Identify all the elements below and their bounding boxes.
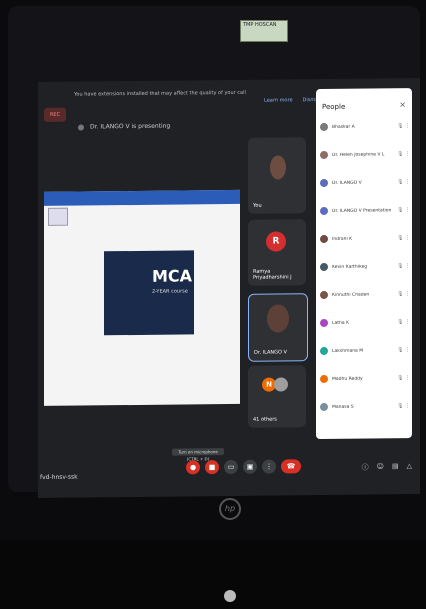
tile-others[interactable]: N 41 others: [248, 365, 306, 428]
participant-avatar: [320, 262, 328, 272]
participant-avatar: [320, 234, 328, 244]
meeting-code: fvd-hnsv-ssk: [40, 473, 78, 481]
participant-name: Manasa S: [332, 404, 354, 410]
participant-row[interactable]: Dr. ILANGO V 🎙 ⋮: [320, 174, 410, 191]
participant-row[interactable]: Lakshmana M 🎙 ⋮: [320, 342, 410, 359]
mic-icon[interactable]: 🎙 ⋮: [397, 179, 410, 185]
tile-ramya[interactable]: R Ramya Priyadharshini J: [248, 219, 306, 286]
control-bar: ● ■ ▭ ▣ ⋮ ☎: [186, 459, 301, 475]
others-count: 41 others: [253, 416, 277, 423]
end-call-icon[interactable]: ☎: [281, 459, 301, 474]
participant-avatar: [320, 318, 328, 328]
participant-row[interactable]: Kinnuthi Chaden 🎙 ⋮: [320, 286, 410, 303]
info-icon[interactable]: ⓘ: [362, 463, 369, 473]
mic-icon[interactable]: 🎙 ⋮: [397, 375, 410, 381]
mic-icon[interactable]: 🎙 ⋮: [397, 207, 410, 213]
monitor-sticker: TMP HOSCAN: [240, 20, 288, 42]
tile-you[interactable]: You: [248, 137, 306, 214]
present-icon[interactable]: ▣: [243, 459, 257, 474]
participant-name: Kevin Karthikeg: [332, 264, 368, 270]
avatar-ramya: R: [266, 231, 286, 252]
participant-avatar: [320, 150, 328, 160]
slide-title: MCA: [152, 266, 193, 286]
mic-icon[interactable]: 🎙 ⋮: [397, 123, 410, 129]
mic-icon[interactable]: 🎙 ⋮: [397, 151, 410, 157]
mic-icon[interactable]: 🎙 ⋮: [397, 291, 410, 297]
slide-footer: [50, 400, 234, 402]
presenter-icon: [78, 124, 84, 131]
participant-row[interactable]: Bhaskar A 🎙 ⋮: [320, 118, 410, 135]
people-title: People: [322, 102, 346, 112]
participant-avatar: [320, 178, 328, 188]
meet-screen: REC You have extensions installed that m…: [38, 77, 420, 499]
participant-avatar: [320, 206, 328, 216]
people-panel: People × Bhaskar A 🎙 ⋮ Dr. Helen Josephine…: [316, 88, 412, 440]
participant-name: Bhaskar A: [332, 124, 355, 130]
extension-banner: You have extensions installed that may a…: [74, 89, 246, 98]
participant-avatar: [320, 290, 328, 300]
participant-row[interactable]: Dr. Helen Josephine V L 🎙 ⋮: [320, 146, 410, 163]
college-logo-icon: [48, 207, 68, 226]
tile-name: You: [253, 202, 262, 209]
participant-row[interactable]: Madhu Reddy 🎙 ⋮: [320, 370, 410, 387]
participant-name: Dr. ILANGO V Presentation: [332, 207, 392, 214]
participant-name: Indrani K: [332, 236, 353, 242]
right-controls: ⓘ ☺ ▤ △: [362, 462, 412, 473]
shared-slide: MCA 2-YEAR course: [44, 189, 240, 406]
learn-more-link[interactable]: Learn more: [264, 97, 293, 103]
mic-off-icon[interactable]: ●: [186, 460, 200, 475]
recording-badge: REC: [44, 107, 66, 122]
mca-graphic: MCA 2-YEAR course: [104, 250, 194, 336]
people-icon[interactable]: ☺: [377, 462, 384, 472]
participant-row[interactable]: Latha K 🎙 ⋮: [320, 314, 410, 331]
slide-topbar: [44, 189, 240, 206]
tile-name: Dr. ILANGO V: [254, 349, 287, 356]
participant-row[interactable]: Dr. ILANGO V Presentation 🎙 ⋮: [320, 202, 410, 219]
camera-off-icon[interactable]: ■: [205, 460, 219, 475]
participant-name: Kinnuthi Chaden: [332, 292, 370, 298]
participant-name: Madhu Reddy: [332, 376, 363, 382]
captions-icon[interactable]: ▭: [224, 459, 238, 475]
participant-avatar: [320, 346, 328, 356]
participant-name: Latha K: [332, 320, 350, 326]
avatar-ilango: [267, 304, 289, 333]
slide-subtitle: 2-YEAR course: [152, 288, 188, 295]
banner-links: Learn more Dismiss: [264, 97, 322, 104]
hp-logo-icon: hp: [219, 498, 241, 520]
presenting-text: Dr. ILANGO V is presenting: [90, 122, 171, 131]
participant-row[interactable]: Indrani K 🎙 ⋮: [320, 230, 410, 247]
participant-avatar: [320, 122, 328, 132]
presenting-indicator: Dr. ILANGO V is presenting: [78, 123, 170, 131]
avatar-others-2: [274, 377, 288, 392]
mic-icon[interactable]: 🎙 ⋮: [397, 319, 410, 325]
participant-name: Lakshmana M: [332, 348, 364, 354]
participant-avatar: [320, 402, 328, 412]
mic-icon[interactable]: 🎙 ⋮: [397, 403, 410, 409]
participant-row[interactable]: Manasa S 🎙 ⋮: [320, 398, 410, 415]
mic-icon[interactable]: 🎙 ⋮: [397, 347, 410, 353]
desk-background: [0, 540, 426, 609]
mic-tooltip: Turn on microphone (CTRL + D): [172, 448, 224, 461]
mic-icon[interactable]: 🎙 ⋮: [397, 235, 410, 241]
monitor-bezel: TMP HOSCAN REC You have extensions insta…: [8, 6, 420, 499]
activities-icon[interactable]: △: [407, 462, 412, 472]
mic-icon[interactable]: 🎙 ⋮: [397, 263, 410, 269]
user-avatar: [270, 155, 286, 180]
participant-row[interactable]: Kevin Karthikeg 🎙 ⋮: [320, 258, 410, 275]
participant-name: Dr. ILANGO V: [332, 180, 362, 186]
chat-icon[interactable]: ▤: [392, 462, 399, 472]
close-icon[interactable]: ×: [399, 100, 406, 109]
more-icon[interactable]: ⋮: [262, 459, 276, 474]
tile-ilango[interactable]: Dr. ILANGO V: [248, 293, 308, 362]
participant-avatar: [320, 374, 328, 384]
participant-name: Dr. Helen Josephine V L: [332, 151, 385, 158]
tile-name: Ramya Priyadharshini J: [253, 268, 292, 281]
power-button-icon: [224, 590, 236, 602]
